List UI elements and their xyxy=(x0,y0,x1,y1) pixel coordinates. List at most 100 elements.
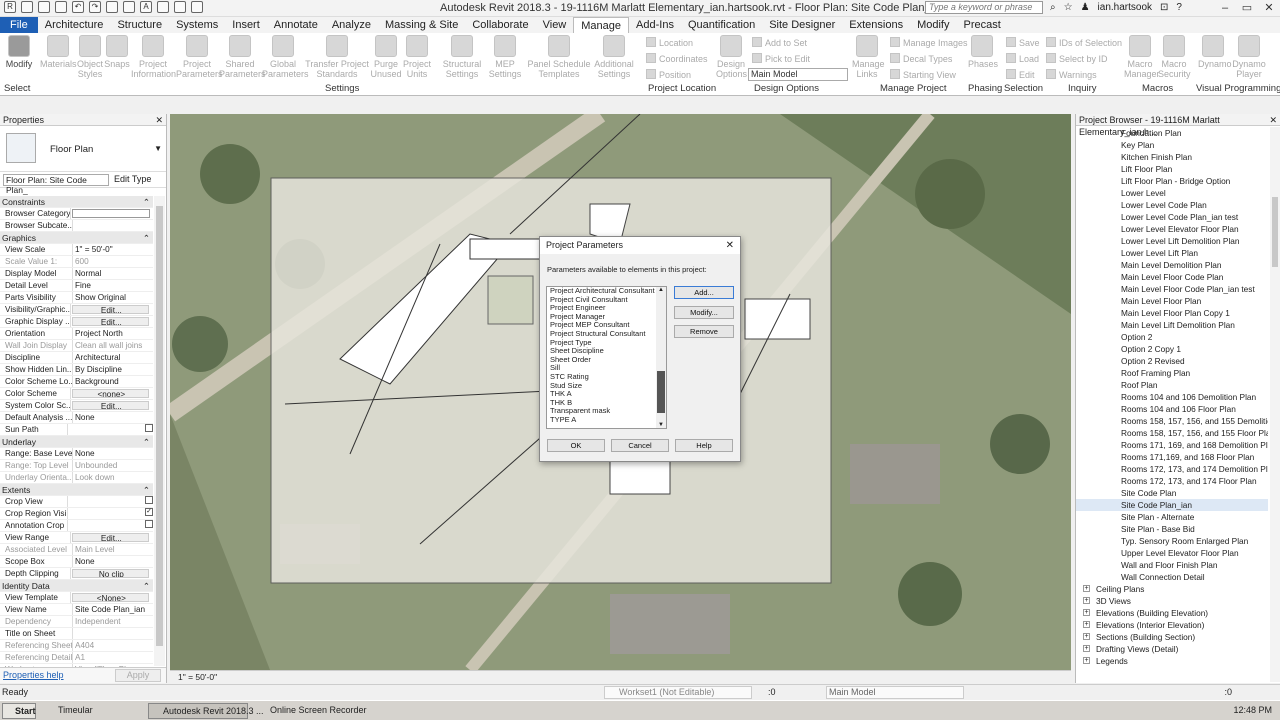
property-edit-button[interactable]: <none> xyxy=(71,389,149,398)
browser-view-item[interactable]: Main Level Floor Code Plan_ian test xyxy=(1076,283,1268,295)
user-icon[interactable]: ♟ xyxy=(1081,2,1090,13)
browser-view-item[interactable]: Rooms 104 and 106 Floor Plan xyxy=(1076,403,1268,415)
property-value[interactable]: Main Level xyxy=(73,544,153,555)
expand-icon[interactable]: + xyxy=(1083,633,1090,640)
tab-collaborate[interactable]: Collaborate xyxy=(465,17,535,33)
parameter-item[interactable]: TYPE A xyxy=(547,415,666,425)
property-edit-button[interactable]: <None> xyxy=(71,593,149,602)
apply-button[interactable]: Apply xyxy=(115,669,161,682)
scrollbar-thumb[interactable] xyxy=(156,206,163,646)
collapse-icon[interactable]: ⌃ xyxy=(143,484,150,495)
taskbar-item-screen-recorder[interactable]: Online Screen Recorder xyxy=(256,703,367,719)
browser-view-item[interactable]: Kitchen Finish Plan xyxy=(1076,151,1268,163)
property-value[interactable] xyxy=(68,520,142,531)
expand-icon[interactable]: + xyxy=(1083,645,1090,652)
expand-icon[interactable]: + xyxy=(1083,609,1090,616)
property-value[interactable]: Clean all wall joins xyxy=(73,340,153,351)
minimize-icon[interactable]: – xyxy=(1214,0,1236,16)
snaps-button[interactable]: Snaps xyxy=(104,35,130,69)
expand-icon[interactable]: + xyxy=(1083,585,1090,592)
browser-view-item[interactable]: Foundation Plan xyxy=(1076,127,1268,139)
property-value[interactable]: Architectural xyxy=(73,352,153,363)
collapse-icon[interactable]: ⌃ xyxy=(143,580,150,591)
tab-structure[interactable]: Structure xyxy=(110,17,169,33)
property-value[interactable]: Project North xyxy=(73,328,153,339)
remove-button[interactable]: Remove xyxy=(674,325,734,338)
browser-view-item[interactable]: Lower Level Elevator Floor Plan xyxy=(1076,223,1268,235)
property-value[interactable]: Site Code Plan_ian xyxy=(73,604,153,615)
property-value[interactable]: 1" = 50'-0" xyxy=(73,244,153,255)
ids-of-selection-button[interactable]: IDs of Selection xyxy=(1046,37,1122,48)
property-edit-button[interactable]: Edit... xyxy=(71,533,149,542)
property-value[interactable]: 600 xyxy=(73,256,153,267)
tab-view[interactable]: View xyxy=(536,17,574,33)
property-value[interactable]: Fine xyxy=(73,280,153,291)
property-value[interactable] xyxy=(73,628,153,639)
help-icon[interactable]: ? xyxy=(1176,2,1182,13)
browser-view-item[interactable]: Lower Level Lift Demolition Plan xyxy=(1076,235,1268,247)
project-information-button[interactable]: Project Information xyxy=(131,35,176,79)
collapse-icon[interactable]: ⌃ xyxy=(143,436,150,447)
design-option-status-select[interactable]: Main Model xyxy=(826,686,964,699)
scrollbar-thumb[interactable] xyxy=(1272,197,1278,267)
project-units-button[interactable]: Project Units xyxy=(403,35,431,79)
taskbar-item-revit[interactable]: Autodesk Revit 2018.3 ... xyxy=(148,703,264,719)
purge-unused-button[interactable]: Purge Unused xyxy=(370,35,402,79)
start-button[interactable]: Start xyxy=(2,703,36,719)
property-edit-button[interactable]: Edit... xyxy=(71,317,149,326)
save-icon[interactable] xyxy=(38,1,50,13)
instance-select[interactable]: Floor Plan: Site Code Plan_ xyxy=(3,174,109,195)
tab-add-ins[interactable]: Add-Ins xyxy=(629,17,681,33)
browser-view-item[interactable]: Site Plan - Base Bid xyxy=(1076,523,1268,535)
expand-icon[interactable]: + xyxy=(1083,597,1090,604)
list-scrollbar[interactable]: ▲ ▼ xyxy=(656,287,666,428)
search-input[interactable]: Type a keyword or phrase xyxy=(925,1,1043,14)
parameters-list[interactable]: Project Architectural Consultant Project … xyxy=(546,286,667,429)
browser-view-item[interactable]: Wall and Floor Finish Plan xyxy=(1076,559,1268,571)
close-icon[interactable]: ✕ xyxy=(1258,0,1280,16)
ok-button[interactable]: OK xyxy=(547,439,605,452)
undo-icon[interactable]: ↶ xyxy=(72,1,84,13)
browser-group-item[interactable]: + Elevations (Building Elevation) xyxy=(1076,607,1268,619)
property-value[interactable]: A404 xyxy=(73,640,153,651)
materials-button[interactable]: Materials xyxy=(40,35,77,69)
cart-icon[interactable]: ⊡ xyxy=(1160,2,1168,13)
tab-file[interactable]: File xyxy=(0,17,38,33)
star-icon[interactable]: ☆ xyxy=(1064,2,1073,13)
browser-view-item[interactable]: Rooms 158, 157, 156, and 155 Demolition xyxy=(1076,415,1268,427)
phases-button[interactable]: Phases xyxy=(968,35,998,69)
browser-view-item[interactable]: Rooms 104 and 106 Demolition Plan xyxy=(1076,391,1268,403)
checkbox[interactable] xyxy=(145,424,153,432)
location-button[interactable]: Location xyxy=(646,37,693,48)
view-scale[interactable]: 1" = 50'-0" xyxy=(178,672,217,682)
browser-view-item[interactable]: Main Level Floor Plan Copy 1 xyxy=(1076,307,1268,319)
modify-button[interactable]: Modify... xyxy=(674,306,734,319)
collapse-icon[interactable]: ⌃ xyxy=(143,196,150,207)
edit-selection-button[interactable]: Edit xyxy=(1006,69,1035,80)
browser-group-item[interactable]: +3D Views xyxy=(1076,595,1268,607)
property-value[interactable] xyxy=(72,209,150,218)
browser-view-item[interactable]: Main Level Floor Code Plan xyxy=(1076,271,1268,283)
tab-extensions[interactable]: Extensions xyxy=(842,17,910,33)
property-value[interactable]: Background xyxy=(73,376,153,387)
help-button[interactable]: Help xyxy=(675,439,733,452)
mep-settings-button[interactable]: MEP Settings xyxy=(484,35,526,79)
global-parameters-button[interactable]: Global Parameters xyxy=(262,35,309,79)
browser-view-item[interactable]: Wall Connection Detail xyxy=(1076,571,1268,583)
scrollbar-thumb[interactable] xyxy=(657,371,665,413)
add-button[interactable]: Add... xyxy=(674,286,734,299)
parameter-item[interactable]: Sheet Order xyxy=(547,355,666,365)
browser-view-item[interactable]: Site Code Plan_ian xyxy=(1076,499,1268,511)
browser-view-item[interactable]: Lift Floor Plan - Bridge Option xyxy=(1076,175,1268,187)
browser-view-item[interactable]: Site Code Plan xyxy=(1076,487,1268,499)
browser-scrollbar[interactable] xyxy=(1270,127,1280,682)
user-name[interactable]: ian.hartsook xyxy=(1098,2,1152,13)
tab-annotate[interactable]: Annotate xyxy=(267,17,325,33)
open-icon[interactable] xyxy=(21,1,33,13)
cancel-button[interactable]: Cancel xyxy=(611,439,669,452)
browser-view-item[interactable]: Main Level Floor Plan xyxy=(1076,295,1268,307)
properties-help-link[interactable]: Properties help xyxy=(3,670,64,680)
modify-button[interactable]: Modify xyxy=(4,35,34,69)
browser-view-item[interactable]: Site Plan - Alternate xyxy=(1076,511,1268,523)
text-icon[interactable]: A xyxy=(140,1,152,13)
